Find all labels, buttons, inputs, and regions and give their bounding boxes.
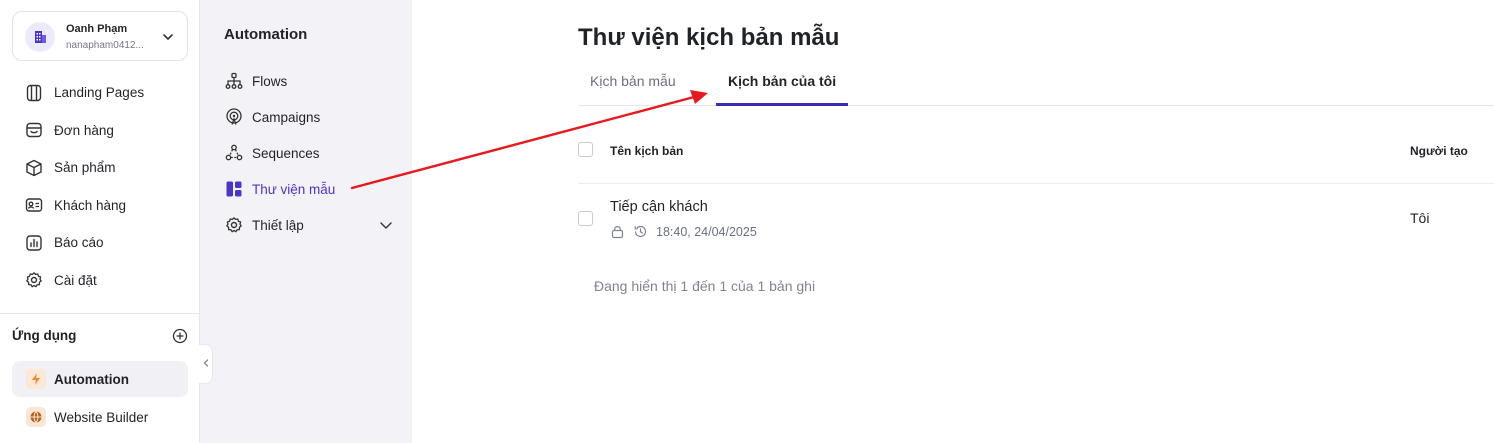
main-content: Thư viện kịch bản mẫu Kịch bản mẫu Kịch …	[412, 0, 1494, 443]
chevron-left-icon	[202, 355, 210, 373]
account-switcher[interactable]: Oanh Phạm nanapham0412...	[12, 11, 188, 61]
table-row[interactable]: Tiếp cận khách 18:40, 24/04/2025 Tôi	[578, 185, 1494, 253]
apps-section-header: Ứng dụng	[12, 326, 188, 346]
orders-icon	[24, 120, 44, 140]
gear-icon	[24, 270, 44, 290]
table-header: Tên kịch bản Người tạo	[578, 128, 1494, 184]
app-item-label: Automation	[54, 371, 129, 387]
landing-pages-icon	[24, 83, 44, 103]
sidebar-item-reports[interactable]: Báo cáo	[12, 224, 188, 262]
subnav-item-setup[interactable]: Thiết lập	[224, 213, 394, 237]
flow-icon	[224, 71, 244, 91]
apps-section-title: Ứng dụng	[12, 328, 77, 343]
contact-card-icon	[24, 195, 44, 215]
tab-template-scripts[interactable]: Kịch bản mẫu	[578, 64, 688, 106]
pagination-summary: Đang hiển thị 1 đến 1 của 1 bản ghi	[594, 278, 816, 294]
lightning-icon	[26, 369, 46, 389]
column-header-name: Tên kịch bản	[610, 144, 684, 158]
subnav-item-campaigns[interactable]: Campaigns	[224, 105, 394, 129]
broadcast-icon	[224, 107, 244, 127]
sidebar-item-label: Đơn hàng	[54, 122, 114, 138]
select-all-checkbox[interactable]	[578, 142, 593, 157]
account-name: Oanh Phạm	[66, 23, 128, 35]
box-icon	[24, 158, 44, 178]
sidebar-item-customers[interactable]: Khách hàng	[12, 187, 188, 225]
sidebar-item-landing-pages[interactable]: Landing Pages	[12, 74, 188, 112]
automation-subnav: Automation Flows Campaigns Sequences Thư…	[200, 0, 412, 443]
bar-chart-icon	[24, 233, 44, 253]
main-sidebar: Oanh Phạm nanapham0412... Landing Pages …	[0, 0, 200, 443]
app-item-label: Website Builder	[54, 409, 149, 425]
sidebar-item-label: Khách hàng	[54, 197, 127, 213]
page-title: Thư viện kịch bản mẫu	[578, 24, 840, 51]
lock-icon	[610, 224, 625, 239]
sidebar-item-label: Sản phẩm	[54, 160, 116, 176]
main-nav: Landing Pages Đơn hàng Sản phẩm Khách hà…	[12, 74, 188, 299]
subnav-item-label: Thiết lập	[252, 217, 304, 233]
library-icon	[224, 179, 244, 199]
column-header-creator: Người tạo	[1410, 144, 1468, 158]
sidebar-collapse-handle[interactable]	[199, 344, 213, 384]
app-window: Oanh Phạm nanapham0412... Landing Pages …	[0, 0, 1494, 443]
subnav-item-template-library[interactable]: Thư viện mẫu	[224, 177, 394, 201]
sidebar-item-label: Báo cáo	[54, 235, 104, 251]
subnav-title: Automation	[224, 26, 308, 43]
script-timestamp: 18:40, 24/04/2025	[656, 224, 757, 239]
building-icon	[25, 22, 55, 52]
subnav-item-sequences[interactable]: Sequences	[224, 141, 394, 165]
add-app-icon[interactable]	[172, 328, 188, 349]
script-creator: Tôi	[1410, 210, 1430, 226]
sidebar-item-orders[interactable]: Đơn hàng	[12, 112, 188, 150]
sidebar-item-settings[interactable]: Cài đặt	[12, 262, 188, 300]
script-name[interactable]: Tiếp cận khách	[610, 199, 708, 215]
sequence-icon	[224, 143, 244, 163]
chevron-down-icon	[161, 30, 175, 49]
sidebar-item-label: Landing Pages	[54, 85, 145, 101]
tab-my-scripts[interactable]: Kịch bản của tôi	[716, 64, 849, 106]
sidebar-divider	[0, 313, 199, 314]
row-checkbox[interactable]	[578, 211, 593, 226]
account-email: nanapham0412...	[66, 40, 144, 51]
gear-icon	[224, 215, 244, 235]
subnav-item-label: Flows	[252, 73, 288, 89]
app-item-website-builder[interactable]: Website Builder	[12, 399, 188, 435]
app-item-automation[interactable]: Automation	[12, 361, 188, 397]
sidebar-item-label: Cài đặt	[54, 272, 97, 288]
sidebar-item-products[interactable]: Sản phẩm	[12, 149, 188, 187]
subnav-item-label: Sequences	[252, 145, 320, 161]
subnav-item-flows[interactable]: Flows	[224, 69, 394, 93]
script-meta: 18:40, 24/04/2025	[610, 224, 757, 239]
tabs-bar: Kịch bản mẫu Kịch bản của tôi	[578, 64, 1494, 106]
history-icon	[633, 224, 648, 239]
globe-icon	[26, 407, 46, 427]
subnav-item-label: Campaigns	[252, 109, 321, 125]
chevron-down-icon	[378, 217, 394, 238]
subnav-item-label: Thư viện mẫu	[252, 181, 336, 197]
